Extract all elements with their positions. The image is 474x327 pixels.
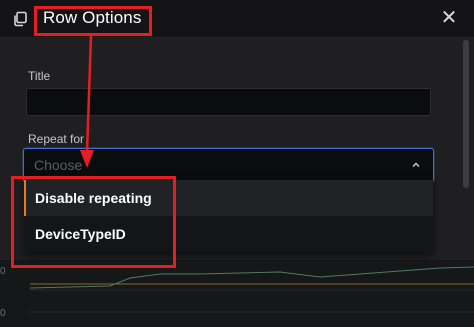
close-icon[interactable]: ✕ bbox=[440, 8, 458, 28]
chevron-up-icon[interactable] bbox=[411, 160, 421, 170]
annotation-box-menu bbox=[11, 176, 176, 268]
background-chart: 0 0 bbox=[0, 260, 474, 327]
repeat-for-label: Repeat for bbox=[28, 132, 85, 146]
title-input[interactable] bbox=[26, 88, 431, 116]
copy-icon bbox=[14, 11, 27, 27]
axis-tick-label: 0 bbox=[0, 266, 6, 277]
background-chart-lines bbox=[29, 266, 474, 313]
title-label: Title bbox=[28, 69, 51, 83]
screen: 0 0 Row Options ✕ Title Repeat for Choos… bbox=[0, 0, 474, 327]
axis-tick-label: 0 bbox=[0, 308, 6, 319]
series-line-green bbox=[29, 266, 474, 289]
repeat-for-placeholder: Choose bbox=[34, 157, 83, 173]
scrollbar-thumb[interactable] bbox=[463, 40, 469, 188]
annotation-box-title bbox=[34, 6, 152, 36]
